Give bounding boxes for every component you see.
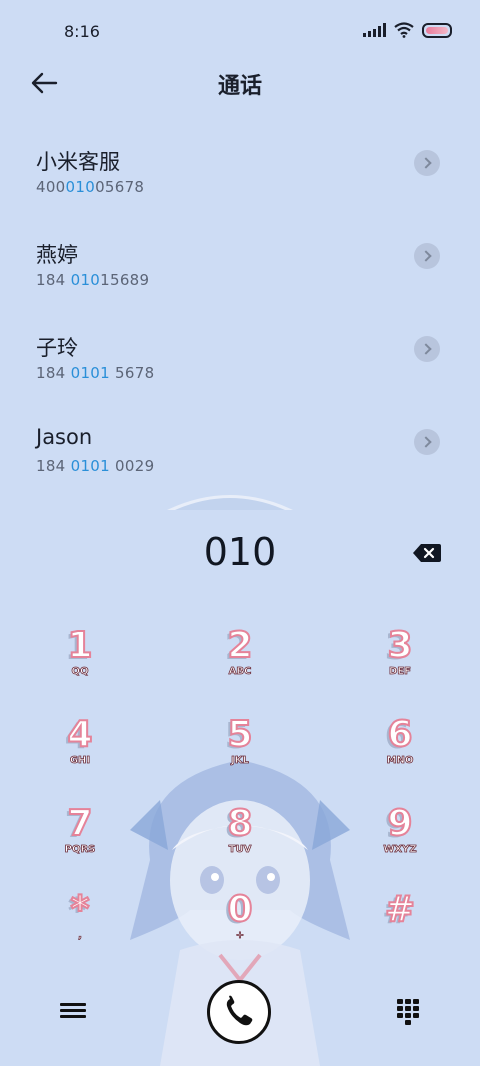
- phone-icon: [226, 995, 253, 1026]
- key-4[interactable]: 4 GHI: [30, 714, 130, 795]
- chevron-right-icon[interactable]: [414, 150, 440, 176]
- key-hash[interactable]: #: [350, 889, 450, 970]
- chevron-right-icon[interactable]: [414, 336, 440, 362]
- bottom-bar: [0, 980, 480, 1066]
- chevron-right-icon[interactable]: [414, 429, 440, 455]
- contact-name: Jason: [36, 425, 93, 449]
- contact-name: 子玲: [36, 336, 78, 360]
- contact-number: 184 0101 0029: [36, 457, 155, 475]
- key-7[interactable]: 7 PQRS: [30, 803, 130, 884]
- contact-item[interactable]: 子玲 184 0101 5678: [0, 324, 480, 417]
- key-8[interactable]: 8 TUV: [190, 803, 290, 884]
- menu-icon[interactable]: [60, 1000, 86, 1022]
- key-0[interactable]: 0 +: [190, 889, 290, 970]
- backspace-icon[interactable]: [412, 542, 442, 564]
- wifi-icon: [394, 22, 414, 38]
- call-button[interactable]: [207, 980, 271, 1044]
- page-title: 通话: [217, 74, 262, 99]
- signal-icon: [363, 23, 386, 37]
- contact-number: 184 01015689: [36, 271, 150, 289]
- dialed-number: 010: [203, 530, 277, 574]
- contact-number: 184 0101 5678: [36, 364, 155, 382]
- contact-item[interactable]: 燕婷 184 01015689: [0, 231, 480, 324]
- key-9[interactable]: 9 WXYZ: [350, 803, 450, 884]
- status-time: 8:16: [64, 22, 100, 41]
- key-star[interactable]: * ,: [30, 889, 130, 970]
- dialpad-collapse-handle[interactable]: [165, 488, 295, 512]
- status-icons: [363, 22, 452, 38]
- contact-item[interactable]: 小米客服 40001005678: [0, 138, 480, 231]
- key-1[interactable]: 1 QQ: [30, 625, 130, 706]
- contact-name: 小米客服: [36, 150, 120, 174]
- header: 通话: [0, 62, 480, 106]
- battery-icon: [422, 22, 452, 38]
- dialpad-icon[interactable]: [396, 998, 420, 1026]
- contact-list: 小米客服 40001005678 燕婷 184 01015689 子玲 184 …: [0, 138, 480, 510]
- key-5[interactable]: 5 JKL: [190, 714, 290, 795]
- contact-number: 40001005678: [36, 178, 145, 196]
- contact-name: 燕婷: [36, 243, 78, 267]
- status-bar: 8:16: [0, 0, 480, 62]
- key-6[interactable]: 6 MNO: [350, 714, 450, 795]
- key-3[interactable]: 3 DEF: [350, 625, 450, 706]
- chevron-right-icon[interactable]: [414, 243, 440, 269]
- key-2[interactable]: 2 ABC: [190, 625, 290, 706]
